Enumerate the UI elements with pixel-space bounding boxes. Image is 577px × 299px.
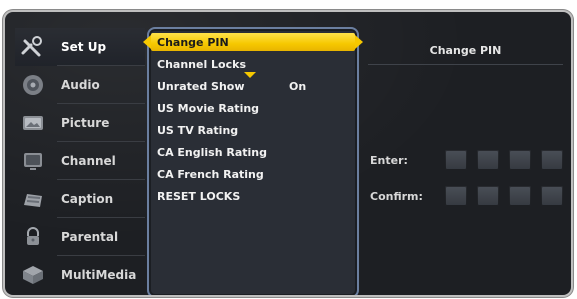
lock-icon (15, 223, 51, 251)
pin-digit-box[interactable] (541, 150, 563, 170)
list-item-label: Unrated Show (157, 79, 245, 93)
menu-item-label: Caption (61, 192, 114, 206)
pin-digit-box[interactable] (477, 186, 499, 206)
menu-item-parental[interactable]: Parental (15, 218, 145, 256)
menu-item-label: Parental (61, 230, 119, 244)
list-item-us-movie-rating[interactable]: US Movie Rating (149, 98, 357, 118)
menu-item-caption[interactable]: Caption (15, 180, 145, 218)
menu-item-label: Channel (61, 154, 116, 168)
pin-digit-box[interactable] (541, 186, 563, 206)
menu-item-multimedia[interactable]: MultiMedia (15, 256, 145, 294)
enter-label: Enter: (370, 153, 408, 167)
panel-title: Change PIN (429, 44, 502, 57)
pin-digit-box[interactable] (509, 150, 531, 170)
confirm-pin-row: Confirm: (370, 184, 570, 208)
wrench-icon (15, 33, 51, 61)
menu-item-label: Picture (61, 116, 110, 130)
menu-item-audio[interactable]: Audio (15, 66, 145, 104)
settings-list-panel: Change PIN Channel Locks Unrated Show On… (143, 27, 363, 295)
menu-item-label: Set Up (61, 40, 107, 54)
list-item-us-tv-rating[interactable]: US TV Rating (149, 120, 357, 140)
menu-item-label: Audio (61, 78, 100, 92)
pin-digit-box[interactable] (509, 186, 531, 206)
caption-icon (15, 185, 51, 213)
list-item-label: CA English Rating (157, 145, 268, 159)
enter-pin-row: Enter: (370, 148, 570, 172)
pin-digit-box[interactable] (445, 186, 467, 206)
picture-icon (15, 109, 51, 137)
list-item-ca-english-rating[interactable]: CA English Rating (149, 142, 357, 162)
pin-digit-box[interactable] (445, 150, 467, 170)
tv-menu-frame: Set Up Audio Picture Channel Caption Par… (5, 12, 571, 295)
list-item-value: On (289, 79, 307, 93)
confirm-label: Confirm: (370, 189, 423, 203)
pin-digit-box[interactable] (477, 150, 499, 170)
list-item-label: RESET LOCKS (157, 189, 241, 203)
menu-item-channel[interactable]: Channel (15, 142, 145, 180)
enter-pin-boxes[interactable] (445, 150, 563, 170)
list-item-change-pin[interactable]: Change PIN (143, 33, 363, 51)
list-item-label: US TV Rating (157, 123, 239, 137)
list-item-channel-locks[interactable]: Channel Locks (149, 54, 357, 74)
confirm-pin-boxes[interactable] (445, 186, 563, 206)
panel-divider (368, 64, 563, 65)
menu-item-label: MultiMedia (61, 268, 137, 282)
list-item-label: CA French Rating (157, 167, 264, 181)
list-item-reset-locks[interactable]: RESET LOCKS (149, 186, 357, 206)
list-item-label: US Movie Rating (157, 101, 260, 115)
list-item-label: Change PIN (157, 35, 229, 49)
list-item-label: Channel Locks (157, 57, 246, 71)
tv-icon (15, 147, 51, 175)
left-menu: Set Up Audio Picture Channel Caption Par… (15, 12, 145, 295)
left-arrow-icon[interactable] (143, 35, 151, 49)
list-item-ca-french-rating[interactable]: CA French Rating (149, 164, 357, 184)
multimedia-icon (15, 261, 51, 289)
list-item-unrated-show[interactable]: Unrated Show On (149, 76, 357, 96)
menu-item-picture[interactable]: Picture (15, 104, 145, 142)
change-pin-panel: Change PIN Enter: Confirm: (360, 12, 571, 295)
speaker-icon (15, 71, 51, 99)
menu-item-setup[interactable]: Set Up (15, 28, 145, 66)
